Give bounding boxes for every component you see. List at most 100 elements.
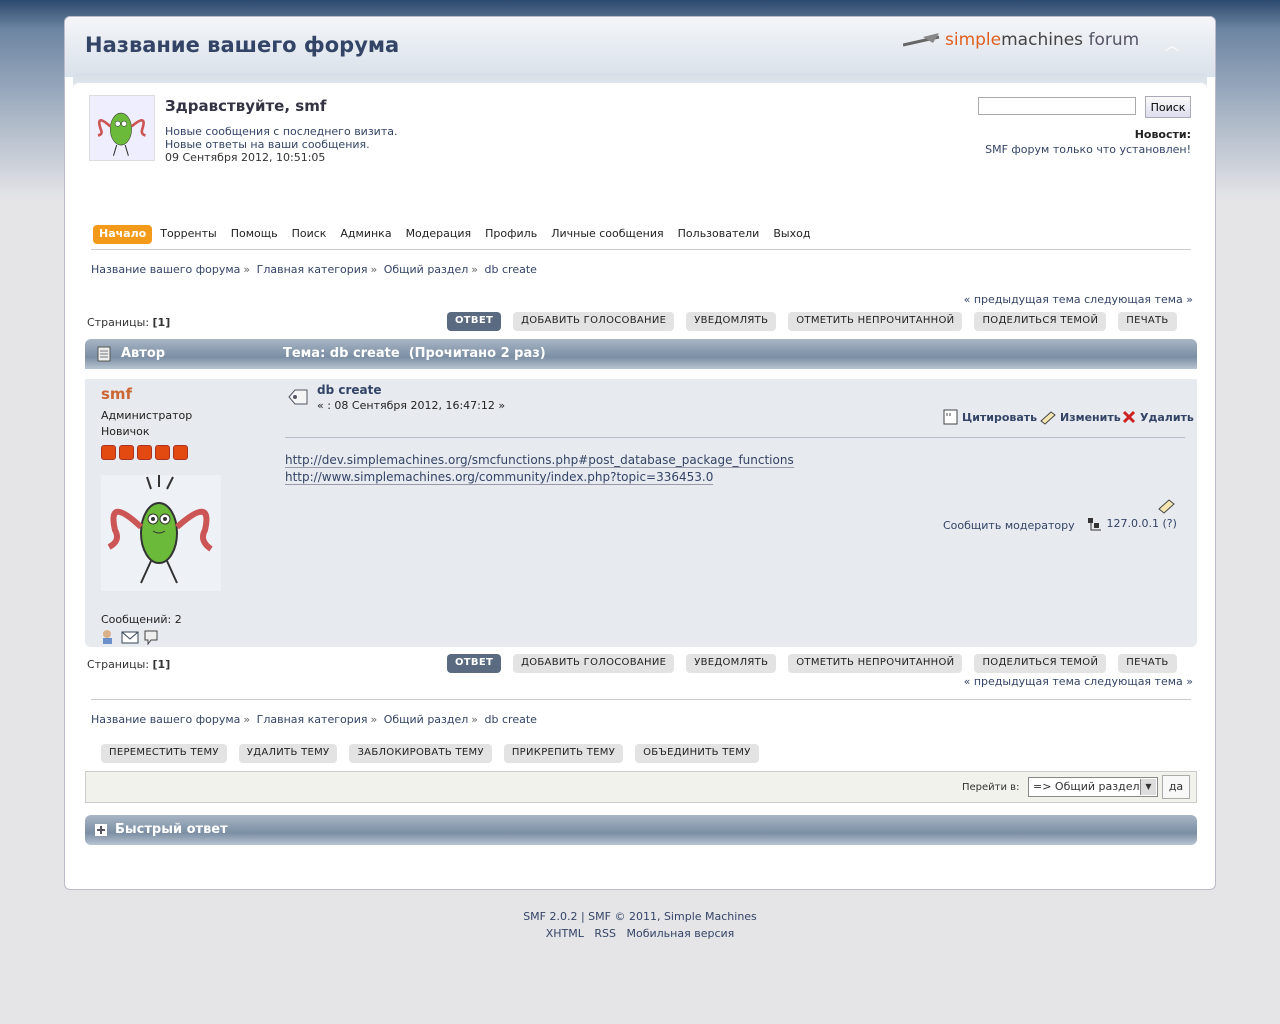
reply-button[interactable]: ОТВЕТ — [447, 312, 502, 331]
merge-topic-button[interactable]: ОБЪЕДИНИТЬ ТЕМУ — [635, 744, 759, 763]
post-xx-icon — [288, 389, 308, 405]
breadcrumb-category[interactable]: Главная категория — [257, 263, 368, 276]
sticky-topic-button[interactable]: ПРИКРЕПИТЬ ТЕМУ — [503, 744, 624, 763]
footer-xhtml-link[interactable]: XHTML — [546, 927, 584, 940]
quick-reply-label: Быстрый ответ — [115, 822, 228, 837]
menu-item-logout[interactable]: Выход — [767, 225, 816, 244]
breadcrumb-board[interactable]: Общий раздел — [384, 713, 469, 726]
post-date: « : 08 Сентября 2012, 16:47:12 » — [317, 399, 506, 412]
forum-wrapper: Название вашего форума simplemachines fo… — [64, 16, 1216, 890]
reply-button[interactable]: ОТВЕТ — [447, 654, 502, 673]
breadcrumb: Название вашего форума » Главная категори… — [91, 263, 537, 276]
poster-name[interactable]: smf — [101, 385, 132, 403]
user-avatar — [89, 95, 155, 161]
menu-item-messages[interactable]: Личные сообщения — [545, 225, 669, 244]
menu-item-profile[interactable]: Профиль — [479, 225, 543, 244]
main-menu: Начало Торренты Помощь Поиск Админка Мод… — [93, 225, 818, 244]
search-input[interactable] — [978, 97, 1136, 115]
menu-item-home[interactable]: Начало — [93, 225, 153, 244]
bug-avatar-icon — [107, 475, 213, 584]
divider — [91, 249, 1191, 250]
share-topic-button[interactable]: ПОДЕЛИТЬСЯ ТЕМОЙ — [974, 654, 1107, 673]
breadcrumb-separator: » — [471, 713, 479, 726]
post-link-2[interactable]: http://www.simplemachines.org/community/… — [285, 470, 714, 485]
delete-topic-button[interactable]: УДАЛИТЬ ТЕМУ — [238, 744, 338, 763]
post-title[interactable]: db create — [317, 383, 382, 397]
page-number[interactable]: [1] — [153, 316, 171, 329]
breadcrumb: Название вашего форума» Главная категори… — [91, 713, 537, 726]
post-link-1[interactable]: http://dev.simplemachines.org/smcfunctio… — [285, 453, 794, 468]
jump-go-button[interactable]: да — [1162, 775, 1190, 799]
page-number[interactable]: [1] — [153, 658, 171, 671]
share-topic-button[interactable]: ПОДЕЛИТЬСЯ ТЕМОЙ — [974, 312, 1107, 331]
menu-item-moderation[interactable]: Модерация — [400, 225, 478, 244]
email-icon[interactable] — [121, 629, 139, 645]
pages-bottom: Страницы: [1] — [87, 658, 170, 671]
star-icon — [101, 445, 116, 460]
post-count: Сообщений: 2 — [101, 613, 182, 626]
logo-text-machines: machines — [1001, 30, 1084, 50]
chevron-down-icon[interactable]: ▼ — [1140, 779, 1156, 795]
lock-topic-button[interactable]: ЗАБЛОКИРОВАТЬ ТЕМУ — [349, 744, 492, 763]
forum-title[interactable]: Название вашего форума — [85, 33, 399, 57]
delete-icon — [1122, 410, 1136, 424]
quick-reply-bar[interactable]: Быстрый ответ — [85, 815, 1197, 845]
quote-label: Цитировать — [962, 410, 1038, 424]
news-text: SMF форум только что установлен! — [985, 143, 1191, 156]
top-header: Название вашего форума simplemachines fo… — [65, 17, 1215, 77]
add-poll-button[interactable]: ДОБАВИТЬ ГОЛОСОВАНИЕ — [513, 654, 675, 673]
mark-unread-button[interactable]: ОТМЕТИТЬ НЕПРОЧИТАННОЙ — [788, 312, 963, 331]
modify-button[interactable]: Изменить — [1039, 409, 1121, 425]
menu-item-help[interactable]: Помощь — [225, 225, 284, 244]
footer-mobile-link[interactable]: Мобильная версия — [627, 927, 735, 940]
news-label: Новости: — [1134, 128, 1191, 141]
expand-icon[interactable] — [95, 824, 107, 836]
remove-button[interactable]: Удалить — [1121, 409, 1194, 425]
breadcrumb-forum[interactable]: Название вашего форума — [91, 713, 240, 726]
new-posts-link[interactable]: Новые сообщения с последнего визита. — [165, 125, 397, 138]
modify-inline-icon[interactable] — [1157, 497, 1177, 515]
menu-item-members[interactable]: Пользователи — [672, 225, 766, 244]
footer-rss-link[interactable]: RSS — [594, 927, 616, 940]
jump-to-label: Перейти в: — [962, 782, 1020, 793]
topic-buttons-top: ОТВЕТ ДОБАВИТЬ ГОЛОСОВАНИЕ УВЕДОМЛЯТЬ ОТ… — [435, 312, 1177, 331]
search-button[interactable]: Поиск — [1145, 96, 1191, 118]
logo-slash-icon — [903, 33, 940, 47]
notify-button[interactable]: УВЕДОМЛЯТЬ — [686, 312, 777, 331]
footer-copyright[interactable]: SMF 2.0.2 | SMF © 2011, Simple Machines — [0, 908, 1280, 925]
mark-unread-button[interactable]: ОТМЕТИТЬ НЕПРОЧИТАННОЙ — [788, 654, 963, 673]
personal-message-icon[interactable] — [143, 629, 159, 645]
ip-icon — [1088, 518, 1101, 531]
profile-icon[interactable] — [101, 629, 117, 645]
menu-item-search[interactable]: Поиск — [286, 225, 333, 244]
breadcrumb-category[interactable]: Главная категория — [257, 713, 368, 726]
breadcrumb-separator: » — [243, 713, 251, 726]
breadcrumb-topic[interactable]: db create — [485, 713, 537, 726]
report-to-moderator-link[interactable]: Сообщить модератору — [943, 519, 1075, 532]
post-divider — [285, 437, 1185, 438]
star-icon — [137, 445, 152, 460]
bug-avatar-icon — [97, 112, 146, 156]
quote-button[interactable]: Цитировать — [943, 409, 1037, 425]
breadcrumb-forum[interactable]: Название вашего форума — [91, 263, 240, 276]
prev-next-topic[interactable]: « предыдущая тема следующая тема » — [964, 293, 1193, 306]
menu-item-torrents[interactable]: Торренты — [154, 225, 222, 244]
remove-label: Удалить — [1140, 410, 1194, 424]
poster-avatar — [101, 475, 221, 591]
breadcrumb-board[interactable]: Общий раздел — [384, 263, 469, 276]
menu-item-admin[interactable]: Админка — [334, 225, 397, 244]
collapse-header-icon[interactable]: ︿ — [1165, 35, 1179, 55]
breadcrumb-separator: » — [471, 263, 479, 276]
prev-next-topic[interactable]: « предыдущая тема следующая тема » — [964, 675, 1193, 688]
breadcrumb-topic[interactable]: db create — [485, 263, 537, 276]
star-icon — [119, 445, 134, 460]
print-button[interactable]: ПЕЧАТЬ — [1118, 654, 1177, 673]
print-button[interactable]: ПЕЧАТЬ — [1118, 312, 1177, 331]
topic-column-label: Тема: db create (Прочитано 2 раз) — [283, 346, 546, 361]
ip-address[interactable]: 127.0.0.1 (?) — [1087, 517, 1177, 531]
jump-to-select[interactable]: => Общий раздел ▼ — [1028, 777, 1158, 797]
add-poll-button[interactable]: ДОБАВИТЬ ГОЛОСОВАНИЕ — [513, 312, 675, 331]
new-replies-link[interactable]: Новые ответы на ваши сообщения. — [165, 138, 370, 151]
move-topic-button[interactable]: ПЕРЕМЕСТИТЬ ТЕМУ — [101, 744, 227, 763]
notify-button[interactable]: УВЕДОМЛЯТЬ — [686, 654, 777, 673]
